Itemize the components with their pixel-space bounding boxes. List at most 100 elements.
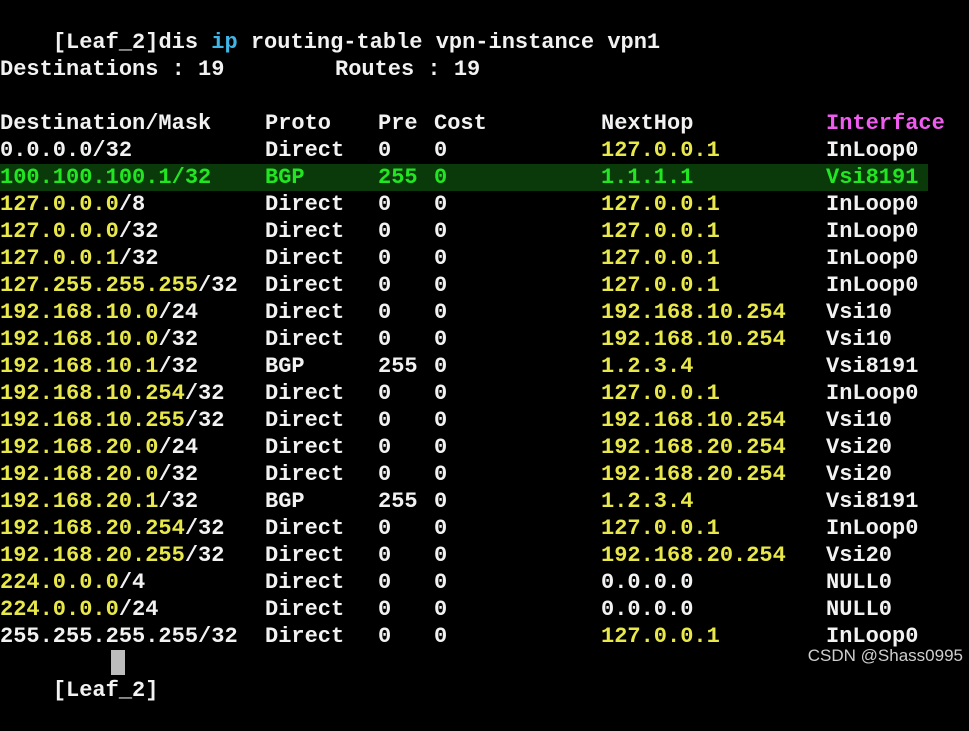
route-interface: InLoop0 xyxy=(826,273,919,298)
route-proto: Direct xyxy=(265,300,345,325)
route-pre: 0 xyxy=(378,597,392,622)
route-cost: 0 xyxy=(434,246,448,271)
table-row: 127.0.0.1/32 Direct 0 0 127.0.0.1 InLoop0 xyxy=(0,245,928,272)
route-destination: 224.0.0.0/24 xyxy=(0,596,158,623)
route-pre: 0 xyxy=(378,192,392,217)
route-mask: /32 xyxy=(184,543,225,568)
route-interface: InLoop0 xyxy=(826,516,919,541)
route-ip: 224.0.0.0 xyxy=(0,570,119,595)
route-mask: /32 xyxy=(158,489,199,514)
route-destination: 192.168.10.254/32 xyxy=(0,380,224,407)
route-proto: Direct xyxy=(265,435,345,460)
route-cost: 0 xyxy=(434,543,448,568)
route-destination: 224.0.0.0/4 xyxy=(0,569,145,596)
route-proto: Direct xyxy=(265,192,345,217)
command-args: routing-table vpn-instance vpn1 xyxy=(237,30,661,55)
route-nexthop: 127.0.0.1 xyxy=(601,273,720,298)
route-mask: /32 xyxy=(158,354,199,379)
route-ip: 192.168.10.1 xyxy=(0,354,159,379)
route-cost: 0 xyxy=(434,408,448,433)
route-pre: 0 xyxy=(378,462,392,487)
route-ip: 127.0.0.1 xyxy=(0,246,119,271)
route-pre: 0 xyxy=(378,381,392,406)
route-ip: 224.0.0.0 xyxy=(0,597,119,622)
route-interface: InLoop0 xyxy=(826,219,919,244)
route-proto: Direct xyxy=(265,327,345,352)
route-cost: 0 xyxy=(434,192,448,217)
header-pre: Pre xyxy=(378,111,418,136)
route-cost: 0 xyxy=(434,597,448,622)
route-nexthop: 127.0.0.1 xyxy=(601,219,720,244)
route-proto: Direct xyxy=(265,624,345,649)
route-ip: 192.168.20.254 xyxy=(0,516,185,541)
header-interface: Interface xyxy=(826,111,945,136)
table-row: 192.168.20.255/32 Direct 0 0 192.168.20.254 V… xyxy=(0,542,928,569)
route-ip: 192.168.20.255 xyxy=(0,543,185,568)
route-ip: 127.0.0.0 xyxy=(0,219,119,244)
route-nexthop: 1.2.3.4 xyxy=(601,354,694,379)
table-row: 127.255.255.255/32 Direct 0 0 127.0.0.1 InLoo… xyxy=(0,272,928,299)
route-ip: 127.0.0.0 xyxy=(0,192,119,217)
route-nexthop: 127.0.0.1 xyxy=(601,138,720,163)
route-ip: 192.168.10.254 xyxy=(0,381,185,406)
route-pre: 255 xyxy=(378,489,418,514)
table-row: 127.0.0.0/32 Direct 0 0 127.0.0.1 InLoop0 xyxy=(0,218,928,245)
route-destination: 192.168.20.255/32 xyxy=(0,542,224,569)
route-interface: Vsi8191 xyxy=(826,165,919,190)
route-proto: Direct xyxy=(265,381,345,406)
route-pre: 0 xyxy=(378,219,392,244)
route-interface: Vsi8191 xyxy=(826,354,919,379)
route-cost: 0 xyxy=(434,300,448,325)
route-proto: Direct xyxy=(265,273,345,298)
route-ip: 100.100.100.1 xyxy=(0,165,172,190)
route-ip: 192.168.10.255 xyxy=(0,408,185,433)
route-ip: 0.0.0.0 xyxy=(0,138,93,163)
route-proto: Direct xyxy=(265,219,345,244)
command-keyword: ip xyxy=(211,30,238,55)
table-row: 192.168.10.0/32 Direct 0 0 192.168.10.254 Vsi… xyxy=(0,326,928,353)
route-mask: /24 xyxy=(158,435,199,460)
route-interface: InLoop0 xyxy=(826,138,919,163)
route-interface: Vsi8191 xyxy=(826,489,919,514)
route-interface: Vsi20 xyxy=(826,543,893,568)
header-nexthop: NextHop xyxy=(601,111,694,136)
route-interface: Vsi10 xyxy=(826,408,893,433)
table-row: 0.0.0.0/32 Direct 0 0 127.0.0.1 InLoop0 xyxy=(0,137,928,164)
text-cursor xyxy=(111,650,125,675)
table-row: 192.168.10.254/32 Direct 0 0 127.0.0.1 InLoop… xyxy=(0,380,928,407)
route-cost: 0 xyxy=(434,624,448,649)
route-nexthop: 1.1.1.1 xyxy=(601,165,694,190)
route-nexthop: 192.168.10.254 xyxy=(601,327,786,352)
route-destination: 0.0.0.0/32 xyxy=(0,137,132,164)
watermark: CSDN @Shass0995 xyxy=(807,646,963,665)
final-prompt-line[interactable]: [Leaf_2] xyxy=(0,650,159,703)
command-line: [Leaf_2]dis ip routing-table vpn-instanc… xyxy=(0,2,660,55)
route-nexthop: 192.168.20.254 xyxy=(601,462,786,487)
table-row: 192.168.10.0/24 Direct 0 0 192.168.10.254 Vsi… xyxy=(0,299,928,326)
route-mask: /32 xyxy=(118,219,159,244)
route-pre: 0 xyxy=(378,543,392,568)
route-mask: /32 xyxy=(198,273,238,298)
destinations-count: Destinations : 19 xyxy=(0,57,225,82)
route-nexthop: 0.0.0.0 xyxy=(601,570,694,595)
route-pre: 0 xyxy=(378,273,392,298)
table-row: 192.168.20.0/32 Direct 0 0 192.168.20.254 Vsi… xyxy=(0,461,928,488)
route-nexthop: 192.168.10.254 xyxy=(601,300,786,325)
route-interface: InLoop0 xyxy=(826,192,919,217)
route-pre: 0 xyxy=(378,570,392,595)
route-ip: 192.168.20.1 xyxy=(0,489,159,514)
route-cost: 0 xyxy=(434,273,448,298)
route-pre: 0 xyxy=(378,435,392,460)
route-mask: /24 xyxy=(118,597,159,622)
route-mask: /32 xyxy=(158,462,199,487)
route-mask: /24 xyxy=(158,300,199,325)
route-mask: /32 xyxy=(184,516,225,541)
table-row: 192.168.20.0/24 Direct 0 0 192.168.20.254 Vsi… xyxy=(0,434,928,461)
route-nexthop: 192.168.10.254 xyxy=(601,408,786,433)
terminal-window[interactable]: [Leaf_2]dis ip routing-table vpn-instanc… xyxy=(0,0,969,703)
route-destination: 192.168.20.0/32 xyxy=(0,461,198,488)
route-pre: 0 xyxy=(378,246,392,271)
route-destination: 192.168.20.1/32 xyxy=(0,488,198,515)
route-cost: 0 xyxy=(434,489,448,514)
route-destination: 127.0.0.1/32 xyxy=(0,245,158,272)
